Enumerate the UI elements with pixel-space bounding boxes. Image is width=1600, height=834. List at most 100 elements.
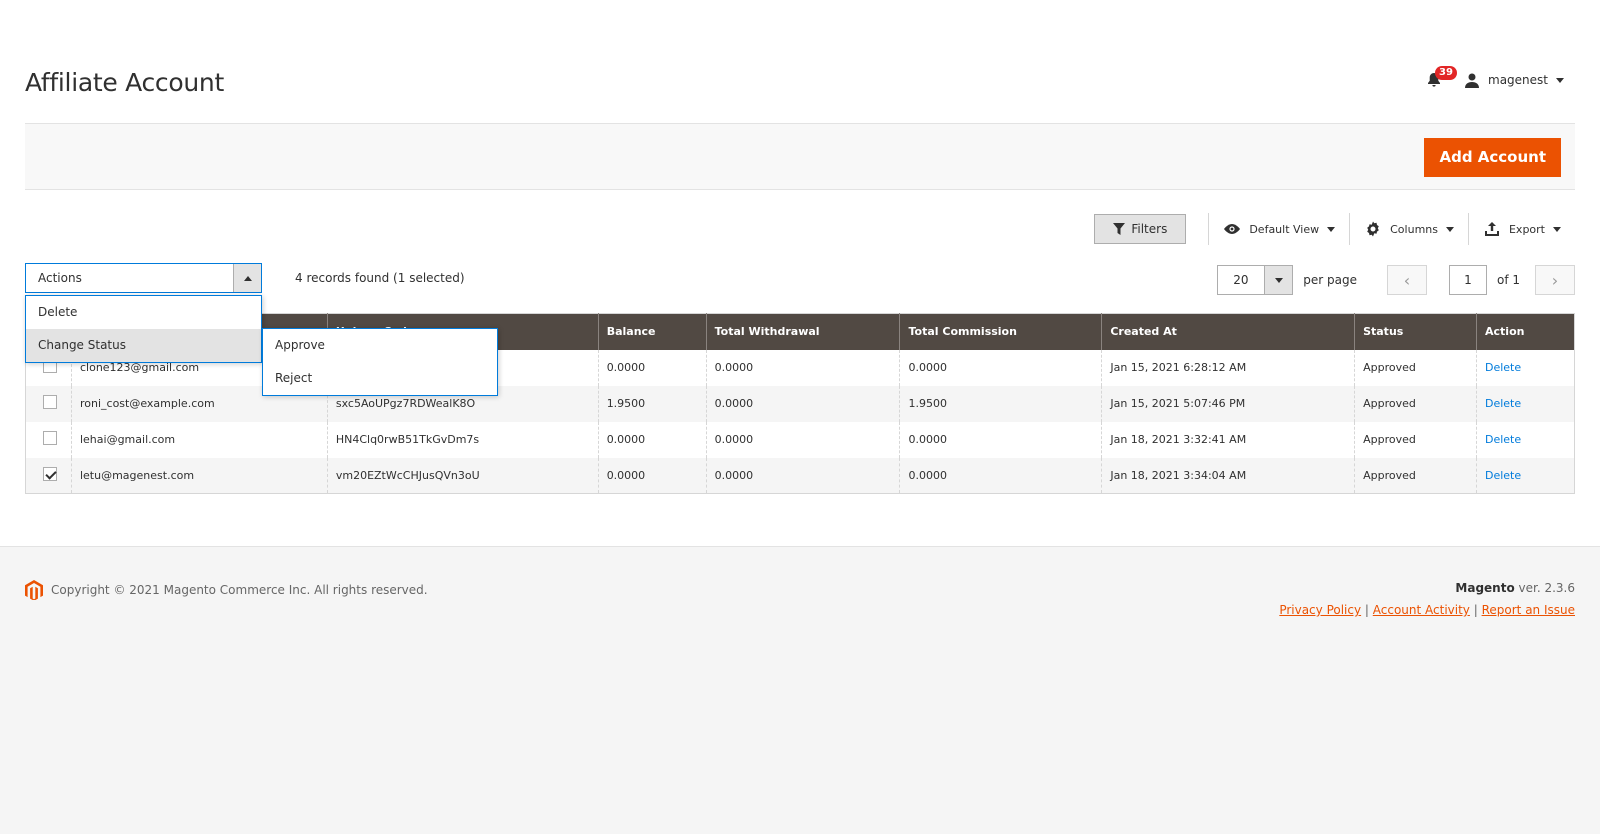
created-at-cell: Jan 15, 2021 6:28:12 AM	[1101, 349, 1355, 386]
chevron-down-icon	[1553, 226, 1561, 232]
per-page-select[interactable]: 20	[1217, 265, 1294, 295]
user-menu[interactable]: magenest	[1464, 72, 1564, 88]
user-icon	[1465, 73, 1479, 88]
chevron-down-icon	[1445, 226, 1454, 232]
eye-icon	[1224, 224, 1241, 234]
report-issue-link[interactable]: Report an Issue	[1482, 603, 1575, 617]
menu-item-delete[interactable]: Delete	[26, 296, 261, 329]
email-cell: lehai@gmail.com	[70, 421, 328, 458]
chevron-left-icon: ‹	[1403, 270, 1411, 290]
page-actions-bar: Add Account	[25, 123, 1575, 190]
unique-code-cell: vm20EZtWcCHJusQVn3oU	[326, 457, 599, 494]
row-checkbox[interactable]	[43, 395, 57, 409]
withdrawal-cell: 0.0000	[705, 457, 900, 494]
account-activity-link[interactable]: Account Activity	[1373, 603, 1470, 617]
row-checkbox-checked[interactable]	[43, 466, 57, 481]
chevron-down-icon	[1556, 77, 1564, 83]
created-at-cell: Jan 18, 2021 3:32:41 AM	[1101, 421, 1355, 458]
pager: 20 per page ‹ 1 of 1 ›	[1217, 265, 1575, 295]
change-status-submenu: Approve Reject	[262, 328, 498, 396]
chevron-down-icon	[1274, 277, 1283, 283]
notification-count-badge: 39	[1435, 66, 1457, 80]
row-checkbox[interactable]	[43, 431, 57, 445]
commission-cell: 0.0000	[899, 349, 1102, 386]
header-actions: 39 magenest	[1422, 66, 1564, 92]
page-footer: Copyright © 2021 Magento Commerce Inc. A…	[0, 546, 1600, 834]
records-found-text: 4 records found (1 selected)	[295, 271, 465, 285]
columns-dropdown[interactable]: Columns	[1349, 213, 1468, 245]
columns-label: Columns	[1390, 222, 1438, 236]
page-title: Affiliate Account	[25, 68, 224, 97]
column-header-total-commission[interactable]: Total Commission	[899, 313, 1102, 350]
submenu-item-reject[interactable]: Reject	[263, 362, 497, 395]
delete-link[interactable]: Delete	[1485, 361, 1521, 374]
balance-cell: 0.0000	[597, 421, 707, 458]
delete-link[interactable]: Delete	[1485, 433, 1521, 446]
mass-actions-label: Actions	[38, 271, 82, 285]
per-page-label: per page	[1303, 273, 1357, 287]
withdrawal-cell: 0.0000	[705, 349, 900, 386]
export-label: Export	[1508, 222, 1545, 236]
menu-item-change-status[interactable]: Change Status	[26, 329, 261, 362]
chevron-up-icon	[243, 275, 252, 281]
page-number-input[interactable]: 1	[1448, 265, 1487, 295]
column-header-balance[interactable]: Balance	[597, 313, 707, 350]
per-page-toggle[interactable]	[1264, 266, 1293, 294]
status-cell: Approved	[1354, 421, 1477, 458]
chevron-down-icon	[1327, 226, 1336, 232]
default-view-dropdown[interactable]: Default View	[1208, 213, 1349, 245]
notifications-button[interactable]: 39	[1422, 66, 1457, 92]
table-row: roni_cost@example.com sxc5AoUPgz7RDWealK…	[25, 385, 1575, 422]
status-cell: Approved	[1354, 457, 1477, 494]
privacy-policy-link[interactable]: Privacy Policy	[1279, 603, 1361, 617]
filters-label: Filters	[1131, 222, 1168, 236]
mass-actions-menu: Delete Change Status	[25, 295, 262, 363]
page-total-label: of 1	[1496, 273, 1520, 287]
table-row: lehai@gmail.com HN4Clq0rwB51TkGvDm7s 0.0…	[26, 421, 1575, 458]
chevron-right-icon: ›	[1551, 270, 1559, 290]
withdrawal-cell: 0.0000	[705, 421, 900, 458]
status-cell: Approved	[1354, 385, 1477, 422]
balance-cell: 0.0000	[597, 349, 707, 386]
mass-actions-select[interactable]: Actions	[25, 263, 262, 293]
previous-page-button[interactable]: ‹	[1386, 265, 1427, 295]
withdrawal-cell: 0.0000	[705, 385, 900, 422]
version-text: ver. 2.3.6	[1514, 581, 1575, 595]
commission-cell: 0.0000	[899, 421, 1102, 458]
add-account-button[interactable]: Add Account	[1424, 138, 1561, 177]
balance-cell: 0.0000	[597, 457, 707, 494]
status-cell: Approved	[1354, 349, 1477, 386]
column-header-created-at[interactable]: Created At	[1101, 313, 1355, 350]
footer-version-block: Magento ver. 2.3.6 Privacy Policy | Acco…	[1279, 581, 1575, 617]
footer-links: Privacy Policy | Account Activity | Repo…	[1279, 603, 1575, 617]
mass-actions-toggle[interactable]	[233, 264, 261, 292]
delete-link[interactable]: Delete	[1485, 469, 1521, 482]
column-header-status[interactable]: Status	[1354, 313, 1477, 350]
balance-cell: 1.9500	[597, 385, 707, 422]
email-cell: letu@magenest.com	[70, 457, 328, 494]
gear-icon	[1367, 221, 1379, 237]
username: magenest	[1488, 73, 1548, 87]
created-at-cell: Jan 15, 2021 5:07:46 PM	[1101, 385, 1355, 422]
unique-code-cell: HN4Clq0rwB51TkGvDm7s	[326, 421, 599, 458]
column-header-action: Action	[1476, 313, 1575, 350]
magento-logo-icon	[25, 580, 43, 600]
column-header-total-withdrawal[interactable]: Total Withdrawal	[705, 313, 900, 350]
export-icon	[1484, 222, 1499, 236]
filters-button[interactable]: Filters	[1094, 214, 1187, 244]
submenu-item-approve[interactable]: Approve	[263, 329, 497, 362]
filter-icon	[1113, 223, 1126, 235]
copyright-text: Copyright © 2021 Magento Commerce Inc. A…	[51, 583, 428, 597]
created-at-cell: Jan 18, 2021 3:34:04 AM	[1101, 457, 1355, 494]
footer-copyright-block: Copyright © 2021 Magento Commerce Inc. A…	[25, 580, 428, 600]
next-page-button[interactable]: ›	[1535, 265, 1575, 295]
table-row: letu@magenest.com vm20EZtWcCHJusQVn3oU 0…	[25, 457, 1575, 494]
export-dropdown[interactable]: Export	[1467, 213, 1575, 245]
delete-link[interactable]: Delete	[1485, 397, 1521, 410]
default-view-label: Default View	[1249, 222, 1320, 236]
brand-name: Magento	[1455, 581, 1515, 595]
commission-cell: 1.9500	[899, 385, 1102, 422]
commission-cell: 0.0000	[899, 457, 1102, 494]
grid-toolbar: Filters Default View Columns Export	[1094, 213, 1575, 245]
per-page-value: 20	[1233, 273, 1249, 287]
